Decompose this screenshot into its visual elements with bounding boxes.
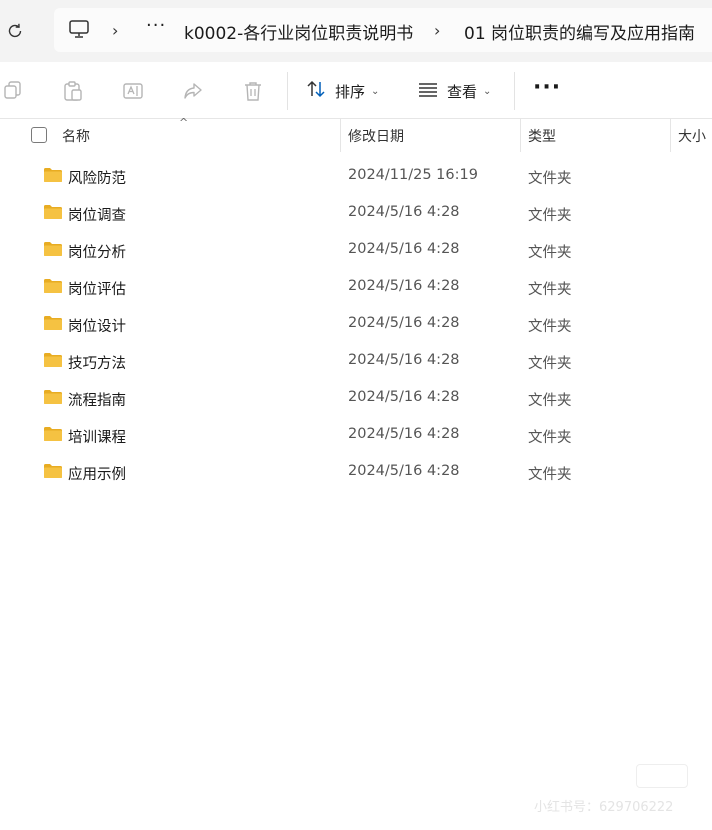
more-options-button[interactable]: ···	[533, 75, 561, 100]
rename-icon[interactable]	[122, 80, 144, 102]
command-bar: 排序 ⌄ 查看 ⌄ ···	[0, 62, 712, 119]
file-modified-date: 2024/11/25 16:19	[348, 167, 478, 183]
folder-icon	[43, 241, 63, 257]
view-button[interactable]: 查看 ⌄	[417, 79, 491, 103]
paste-icon[interactable]	[62, 80, 84, 102]
file-modified-date: 2024/5/16 4:28	[348, 426, 460, 442]
file-modified-date: 2024/5/16 4:28	[348, 278, 460, 294]
column-size[interactable]: 大小	[678, 126, 706, 146]
address-bar[interactable]: › ··· k0002-各行业岗位职责说明书 › 01 岗位职责的编写及应用指南	[54, 8, 712, 52]
folder-icon	[43, 389, 63, 405]
file-type: 文件夹	[528, 245, 572, 261]
file-name[interactable]: 岗位调查	[68, 204, 126, 225]
folder-icon	[43, 167, 63, 183]
select-all-checkbox[interactable]	[31, 127, 47, 143]
file-row[interactable]: 岗位调查 2024/5/16 4:28 文件夹	[0, 195, 712, 232]
folder-icon	[43, 352, 63, 368]
file-type: 文件夹	[528, 319, 572, 335]
file-modified-date: 2024/5/16 4:28	[348, 352, 460, 368]
file-modified-date: 2024/5/16 4:28	[348, 204, 460, 220]
column-modified[interactable]: 修改日期	[348, 126, 404, 146]
file-row[interactable]: 岗位评估 2024/5/16 4:28 文件夹	[0, 269, 712, 306]
watermark-text: 小红书号：629706222	[534, 800, 674, 815]
breadcrumb-item[interactable]: k0002-各行业岗位职责说明书	[184, 19, 413, 44]
view-label: 查看	[447, 82, 478, 101]
delete-icon[interactable]	[242, 80, 264, 102]
file-name[interactable]: 岗位分析	[68, 241, 126, 262]
file-name[interactable]: 培训课程	[68, 426, 126, 447]
file-row[interactable]: 培训课程 2024/5/16 4:28 文件夹	[0, 417, 712, 454]
column-divider[interactable]	[670, 118, 671, 152]
chevron-down-icon: ⌄	[371, 85, 380, 97]
file-modified-date: 2024/5/16 4:28	[348, 389, 460, 405]
chevron-right-icon[interactable]: ›	[112, 21, 118, 40]
file-modified-date: 2024/5/16 4:28	[348, 315, 460, 331]
file-name[interactable]: 岗位评估	[68, 278, 126, 299]
file-row[interactable]: 岗位分析 2024/5/16 4:28 文件夹	[0, 232, 712, 269]
file-name[interactable]: 应用示例	[68, 463, 126, 484]
folder-icon	[43, 315, 63, 331]
file-name[interactable]: 流程指南	[68, 389, 126, 410]
column-divider[interactable]	[520, 118, 521, 152]
folder-icon	[43, 204, 63, 220]
file-type: 文件夹	[528, 467, 572, 483]
file-row[interactable]: 风险防范 2024/11/25 16:19 文件夹	[0, 158, 712, 195]
chevron-right-icon[interactable]: ›	[434, 21, 440, 40]
file-row[interactable]: 流程指南 2024/5/16 4:28 文件夹	[0, 380, 712, 417]
file-type: 文件夹	[528, 393, 572, 409]
column-divider[interactable]	[340, 118, 341, 152]
sort-button[interactable]: 排序 ⌄	[305, 79, 379, 103]
folder-icon	[43, 426, 63, 442]
chevron-down-icon: ⌄	[483, 85, 492, 97]
column-type[interactable]: 类型	[528, 126, 556, 146]
file-list: 风险防范 2024/11/25 16:19 文件夹 岗位调查 2024/5/16 4:2…	[0, 158, 712, 491]
breadcrumb-item-current[interactable]: 01 岗位职责的编写及应用指南	[464, 19, 695, 44]
refresh-icon[interactable]	[4, 20, 26, 42]
toolbar-divider	[514, 72, 515, 110]
file-row[interactable]: 岗位设计 2024/5/16 4:28 文件夹	[0, 306, 712, 343]
computer-icon[interactable]	[68, 18, 90, 44]
hidden-path-button[interactable]: ···	[146, 15, 166, 36]
file-type: 文件夹	[528, 208, 572, 224]
file-modified-date: 2024/5/16 4:28	[348, 241, 460, 257]
column-header: ^ 名称 修改日期 类型 大小	[0, 116, 712, 152]
address-bar-row: › ··· k0002-各行业岗位职责说明书 › 01 岗位职责的编写及应用指南	[0, 0, 712, 62]
file-name[interactable]: 技巧方法	[68, 352, 126, 373]
file-row[interactable]: 应用示例 2024/5/16 4:28 文件夹	[0, 454, 712, 491]
file-type: 文件夹	[528, 171, 572, 187]
file-name[interactable]: 风险防范	[68, 167, 126, 188]
file-name[interactable]: 岗位设计	[68, 315, 126, 336]
file-type: 文件夹	[528, 430, 572, 446]
share-icon[interactable]	[182, 80, 204, 102]
folder-icon	[43, 278, 63, 294]
file-row[interactable]: 技巧方法 2024/5/16 4:28 文件夹	[0, 343, 712, 380]
sort-label: 排序	[335, 82, 366, 101]
toolbar-divider	[287, 72, 288, 110]
view-icon	[417, 78, 439, 104]
file-type: 文件夹	[528, 356, 572, 372]
copy-icon[interactable]	[2, 80, 24, 102]
sort-icon	[305, 78, 327, 104]
column-name[interactable]: 名称	[62, 126, 90, 146]
file-type: 文件夹	[528, 282, 572, 298]
file-modified-date: 2024/5/16 4:28	[348, 463, 460, 479]
sort-ascending-icon: ^	[179, 116, 189, 129]
folder-icon	[43, 463, 63, 479]
watermark-logo	[636, 764, 688, 788]
